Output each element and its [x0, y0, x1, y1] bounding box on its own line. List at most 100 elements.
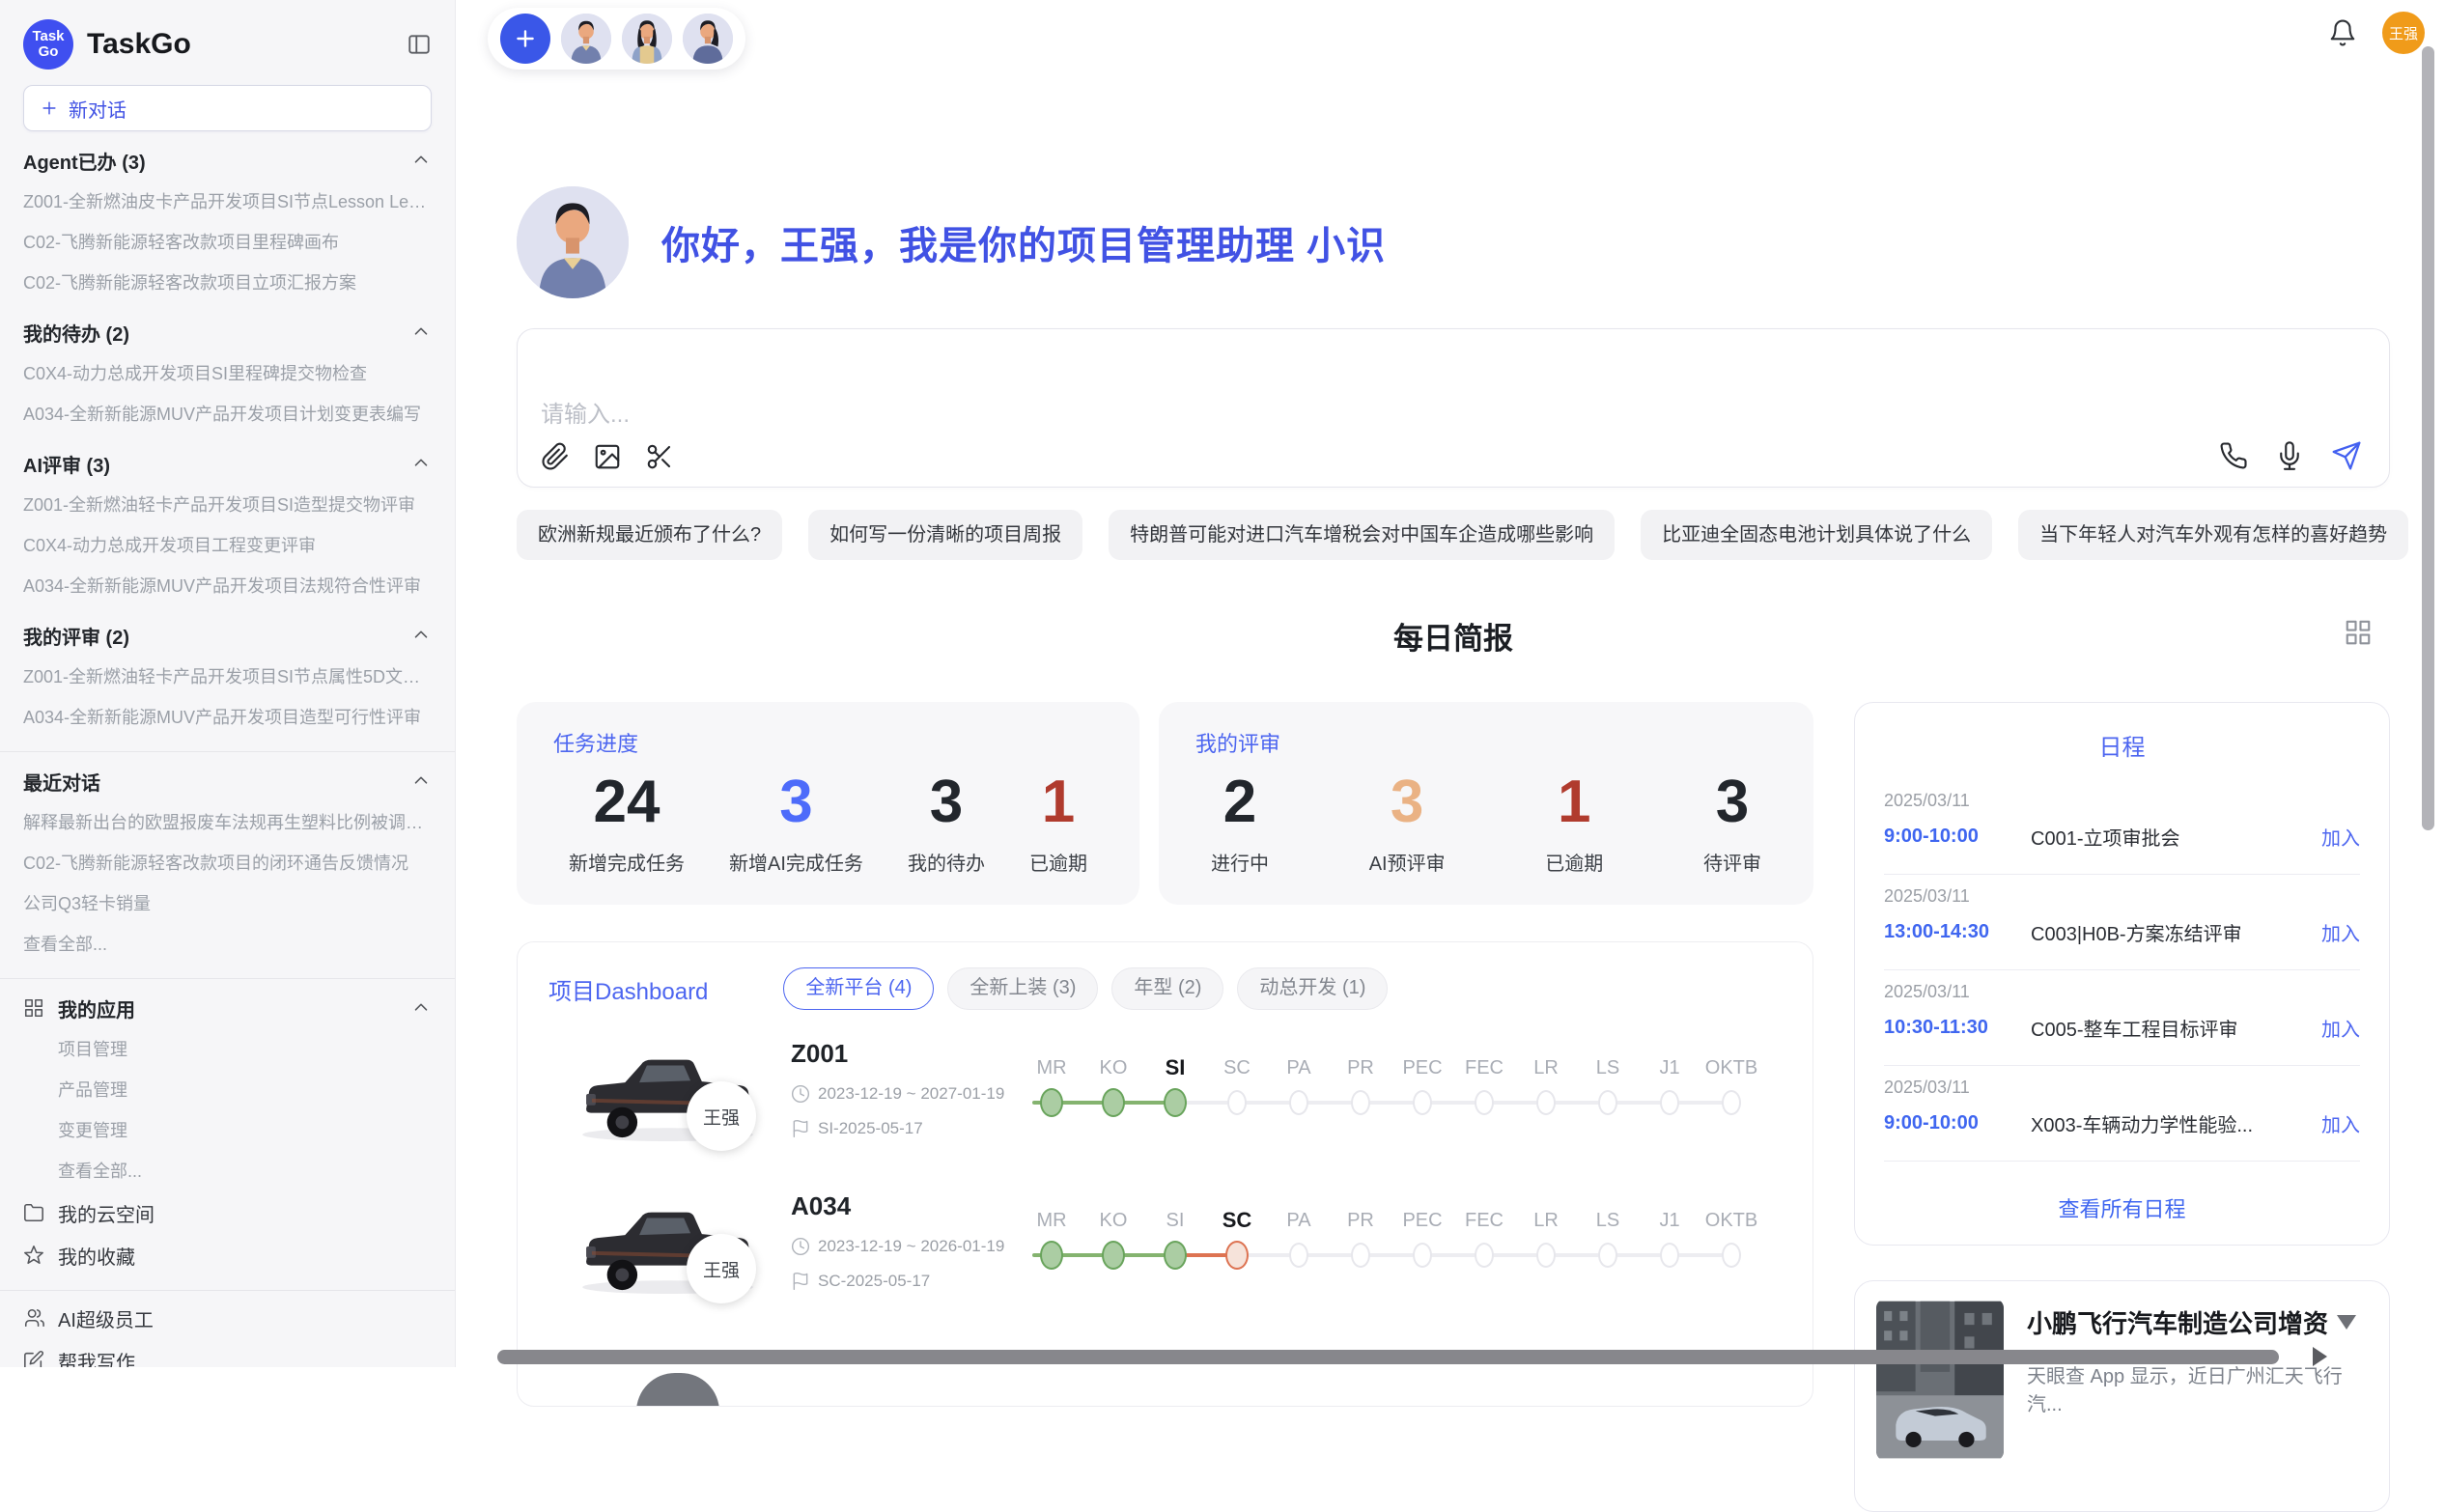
section-my-review[interactable]: 我的评审 (2): [23, 614, 432, 657]
new-chat-button[interactable]: 新对话: [23, 85, 432, 131]
milestone-dot: [1660, 1090, 1679, 1115]
avatar[interactable]: [561, 14, 611, 64]
chevron-up-icon[interactable]: [410, 770, 432, 792]
join-link[interactable]: 加入: [2321, 1014, 2360, 1042]
greeting-block: 你好，王强，我是你的项目管理助理 小识: [517, 186, 1386, 298]
list-item[interactable]: C0X4-动力总成开发项目SI里程碑提交物检查: [23, 353, 432, 394]
list-item[interactable]: Z001-全新燃油轻卡产品开发项目SI节点属性5D文件评审: [23, 657, 432, 697]
sidebar-item-cloud-space[interactable]: 我的云空间: [23, 1191, 432, 1234]
divider: [0, 751, 455, 752]
sidebar-item-project-mgmt[interactable]: 项目管理: [23, 1029, 432, 1070]
milestone: KO: [1082, 1055, 1144, 1117]
view-all-link[interactable]: 查看全部...: [23, 1151, 432, 1191]
layout-grid-icon[interactable]: [2344, 618, 2373, 647]
suggestion-chip[interactable]: 当下年轻人对汽车外观有怎样的喜好趋势: [2018, 510, 2408, 560]
section-agent-done[interactable]: Agent已办 (3): [23, 139, 432, 182]
list-item[interactable]: C0X4-动力总成开发项目工程变更评审: [23, 525, 432, 566]
project-code[interactable]: Z001: [791, 1039, 1013, 1069]
horizontal-scrollbar-thumb[interactable]: [497, 1350, 2279, 1364]
scroll-down-arrow[interactable]: [2337, 1315, 2356, 1330]
schedule-event: 2025/03/11 10:30-11:30 C005-整车工程目标评审 加入: [1884, 970, 2360, 1066]
view-all-link[interactable]: 查看全部...: [23, 924, 432, 965]
stat-value: 2: [1223, 768, 1256, 836]
project-code[interactable]: A034: [791, 1191, 1013, 1221]
send-icon[interactable]: [2331, 440, 2362, 471]
section-my-todo[interactable]: 我的待办 (2): [23, 311, 432, 353]
suggestion-chip[interactable]: 欧洲新规最近颁布了什么?: [517, 510, 782, 560]
section-my-apps[interactable]: 我的应用: [23, 987, 432, 1029]
suggestion-chip[interactable]: 如何写一份清晰的项目周报: [808, 510, 1082, 560]
event-name: X003-车辆动力学性能验...: [2031, 1109, 2321, 1137]
sidebar-item-favorites[interactable]: 我的收藏: [23, 1234, 432, 1276]
clock-icon: [791, 1237, 810, 1256]
stat-label: 已逾期: [1029, 848, 1087, 876]
milestone-label: KO: [1100, 1055, 1128, 1080]
list-item[interactable]: A034-全新新能源MUV产品开发项目法规符合性评审: [23, 566, 432, 606]
add-agent-button[interactable]: [500, 14, 550, 64]
avatar[interactable]: [622, 14, 672, 64]
stat-label: AI预评审: [1369, 848, 1446, 876]
news-body: 天眼查 App 显示，近日广州汇天飞行汽...: [2027, 1363, 2368, 1419]
list-item[interactable]: A034-全新新能源MUV产品开发项目造型可行性评审: [23, 697, 432, 738]
suggestion-chip[interactable]: 特朗普可能对进口汽车增税会对中国车企造成哪些影响: [1109, 510, 1615, 560]
tab-new-body[interactable]: 全新上装 (3): [947, 967, 1098, 1010]
list-item[interactable]: Z001-全新燃油皮卡产品开发项目SI节点Lesson Learn报告: [23, 182, 432, 222]
tab-powertrain[interactable]: 动总开发 (1): [1237, 967, 1388, 1010]
news-card[interactable]: 小鹏飞行汽车制造公司增资 天眼查 App 显示，近日广州汇天飞行汽...: [1854, 1280, 2390, 1512]
scissors-icon[interactable]: [645, 442, 674, 471]
chevron-up-icon[interactable]: [410, 322, 432, 343]
bell-icon[interactable]: [2328, 18, 2357, 47]
view-all-schedule-link[interactable]: 查看所有日程: [1855, 1192, 2389, 1223]
project-owner-badge[interactable]: 王强: [687, 1234, 756, 1303]
chevron-up-icon[interactable]: [410, 453, 432, 474]
sidebar-item-help-write[interactable]: 帮我写作: [23, 1339, 432, 1367]
join-link[interactable]: 加入: [2321, 1109, 2360, 1137]
schedule-event: 2025/03/11 13:00-14:30 C003|H0B-方案冻结评审 加…: [1884, 875, 2360, 970]
input-left-tools: [541, 442, 674, 471]
scroll-right-arrow[interactable]: [2313, 1347, 2327, 1366]
sidebar-collapse-icon[interactable]: [407, 32, 432, 57]
join-link[interactable]: 加入: [2321, 918, 2360, 946]
avatar[interactable]: [683, 14, 733, 64]
milestone: PEC: [1391, 1055, 1453, 1115]
user-avatar[interactable]: 王强: [2382, 12, 2425, 54]
list-item[interactable]: C02-飞腾新能源轻客改款项目的闭环通告反馈情况: [23, 843, 432, 883]
milestone: J1: [1639, 1055, 1700, 1115]
chat-input[interactable]: 请输入...: [517, 328, 2390, 488]
section-ai-review[interactable]: AI评审 (3): [23, 442, 432, 485]
mic-icon[interactable]: [2275, 441, 2304, 470]
sidebar-item-ai-employee[interactable]: AI超级员工: [23, 1297, 432, 1339]
list-item[interactable]: Z001-全新燃油轻卡产品开发项目SI造型提交物评审: [23, 485, 432, 525]
milestone-dot: [1351, 1243, 1370, 1268]
sidebar-item-product-mgmt[interactable]: 产品管理: [23, 1070, 432, 1110]
milestone-dot: [1102, 1241, 1125, 1270]
chevron-up-icon[interactable]: [410, 625, 432, 646]
suggestion-chip[interactable]: 比亚迪全固态电池计划具体说了什么: [1641, 510, 1992, 560]
tab-new-platform[interactable]: 全新平台 (4): [783, 967, 934, 1010]
list-item[interactable]: A034-全新新能源MUV产品开发项目计划变更表编写: [23, 394, 432, 434]
list-item[interactable]: 公司Q3轻卡销量: [23, 883, 432, 924]
image-icon[interactable]: [593, 442, 622, 471]
section-recent-chats[interactable]: 最近对话: [23, 760, 432, 802]
vertical-scrollbar-thumb[interactable]: [2422, 46, 2434, 830]
milestone-dot: [1722, 1090, 1741, 1115]
chevron-up-icon[interactable]: [410, 150, 432, 171]
chevron-up-icon[interactable]: [410, 997, 432, 1019]
task-progress-card: 任务进度 24 新增完成任务 3 新增AI完成任务 3 我的待办: [517, 702, 1139, 905]
list-item[interactable]: C02-飞腾新能源轻客改款项目里程碑画布: [23, 222, 432, 263]
milestone-label: J1: [1659, 1055, 1679, 1080]
stat: 24 新增完成任务: [569, 768, 685, 876]
divider: [0, 1290, 455, 1291]
dashboard-title: 项目Dashboard: [548, 972, 708, 1006]
list-item[interactable]: 解释最新出台的欧盟报废车法规再生塑料比例被调至15%...: [23, 802, 432, 843]
list-item[interactable]: C02-飞腾新能源轻客改款项目立项汇报方案: [23, 263, 432, 303]
page-title: 每日简报: [1393, 622, 1513, 656]
tab-year-model[interactable]: 年型 (2): [1111, 967, 1223, 1010]
phone-icon[interactable]: [2219, 441, 2248, 470]
join-link[interactable]: 加入: [2321, 823, 2360, 851]
paperclip-icon[interactable]: [541, 442, 570, 471]
project-owner-badge[interactable]: 王强: [687, 1081, 756, 1151]
milestone-label: J1: [1659, 1208, 1679, 1233]
sidebar-item-change-mgmt[interactable]: 变更管理: [23, 1110, 432, 1151]
milestone-dot: [1040, 1241, 1063, 1270]
